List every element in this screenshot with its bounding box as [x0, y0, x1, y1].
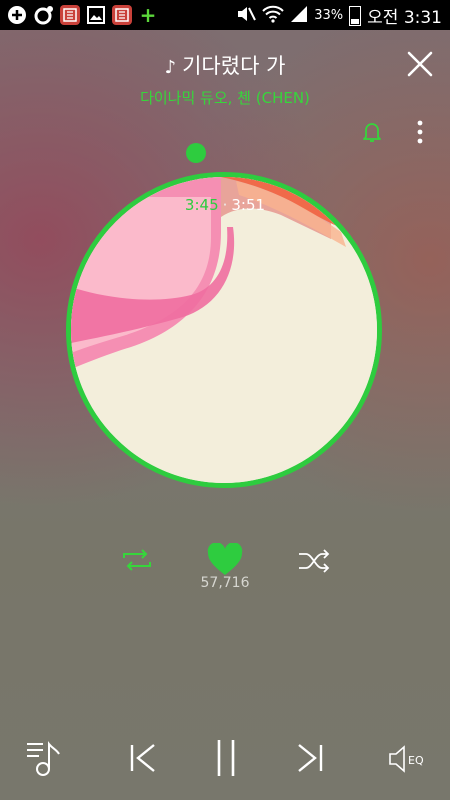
playlist-icon[interactable]	[25, 738, 65, 778]
time-display: 3:45 · 3:51	[0, 196, 450, 214]
song-title: 기다렸다 가	[182, 54, 286, 78]
music-note-icon: ♪	[164, 57, 177, 78]
status-gallery-icon	[85, 4, 107, 26]
battery-percent: 33%	[314, 8, 344, 23]
status-plus-icon: +	[139, 3, 157, 27]
album-art	[71, 177, 377, 483]
shuffle-icon[interactable]	[297, 547, 331, 575]
song-title-row: ♪ 기다렸다 가	[0, 50, 450, 80]
time-separator: ·	[222, 196, 228, 214]
status-app-icon	[60, 5, 80, 25]
more-vertical-icon[interactable]	[413, 119, 427, 145]
bell-icon[interactable]	[360, 120, 384, 144]
total-time: 3:51	[231, 196, 266, 214]
svg-text:EQ: EQ	[408, 754, 424, 767]
current-time: 3:45	[184, 196, 219, 214]
repeat-icon[interactable]	[120, 546, 154, 574]
eq-icon[interactable]: EQ	[388, 744, 430, 774]
artist-name[interactable]: 다이나믹 듀오, 첸 (CHEN)	[0, 87, 450, 108]
previous-icon[interactable]	[128, 742, 158, 774]
mute-icon	[236, 5, 257, 27]
next-icon[interactable]	[295, 742, 325, 774]
status-circle-icon	[33, 4, 55, 26]
status-app2-icon	[112, 5, 132, 25]
close-icon[interactable]	[406, 50, 434, 78]
album-art-disc[interactable]	[66, 172, 382, 488]
like-count: 57,716	[200, 575, 250, 591]
wifi-icon	[262, 5, 284, 27]
status-add-icon	[6, 4, 28, 26]
signal-icon	[290, 5, 308, 27]
pause-icon[interactable]	[214, 738, 238, 778]
heart-icon[interactable]	[207, 543, 243, 577]
seek-knob[interactable]	[186, 143, 206, 163]
clock: 오전 3:31	[367, 8, 442, 28]
status-bar: + 33% 오전 3:31	[0, 0, 450, 30]
battery-icon	[349, 5, 362, 26]
